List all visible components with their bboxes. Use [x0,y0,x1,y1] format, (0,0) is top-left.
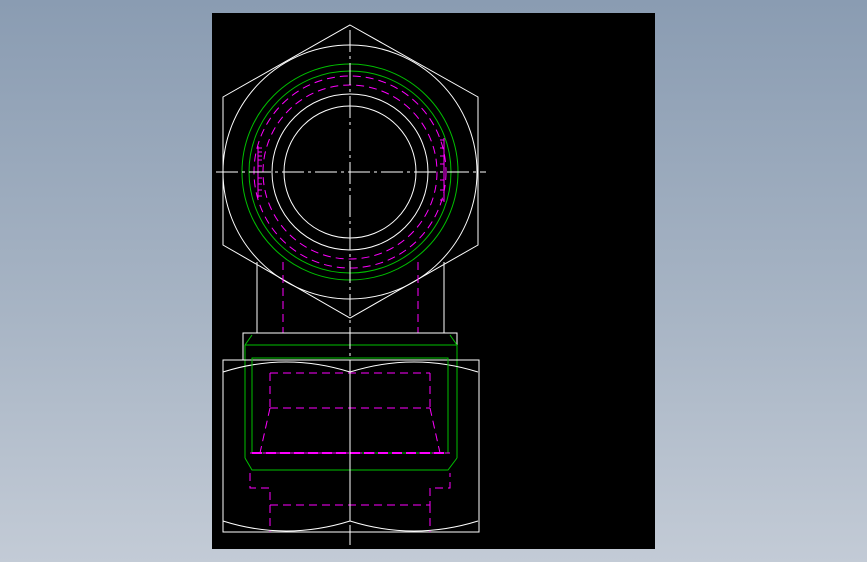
collar-thread [244,334,458,458]
cad-viewport[interactable]: thread [212,13,655,549]
cad-drawing [216,24,486,545]
hex-body-outline [222,359,480,533]
front-view [222,332,480,533]
